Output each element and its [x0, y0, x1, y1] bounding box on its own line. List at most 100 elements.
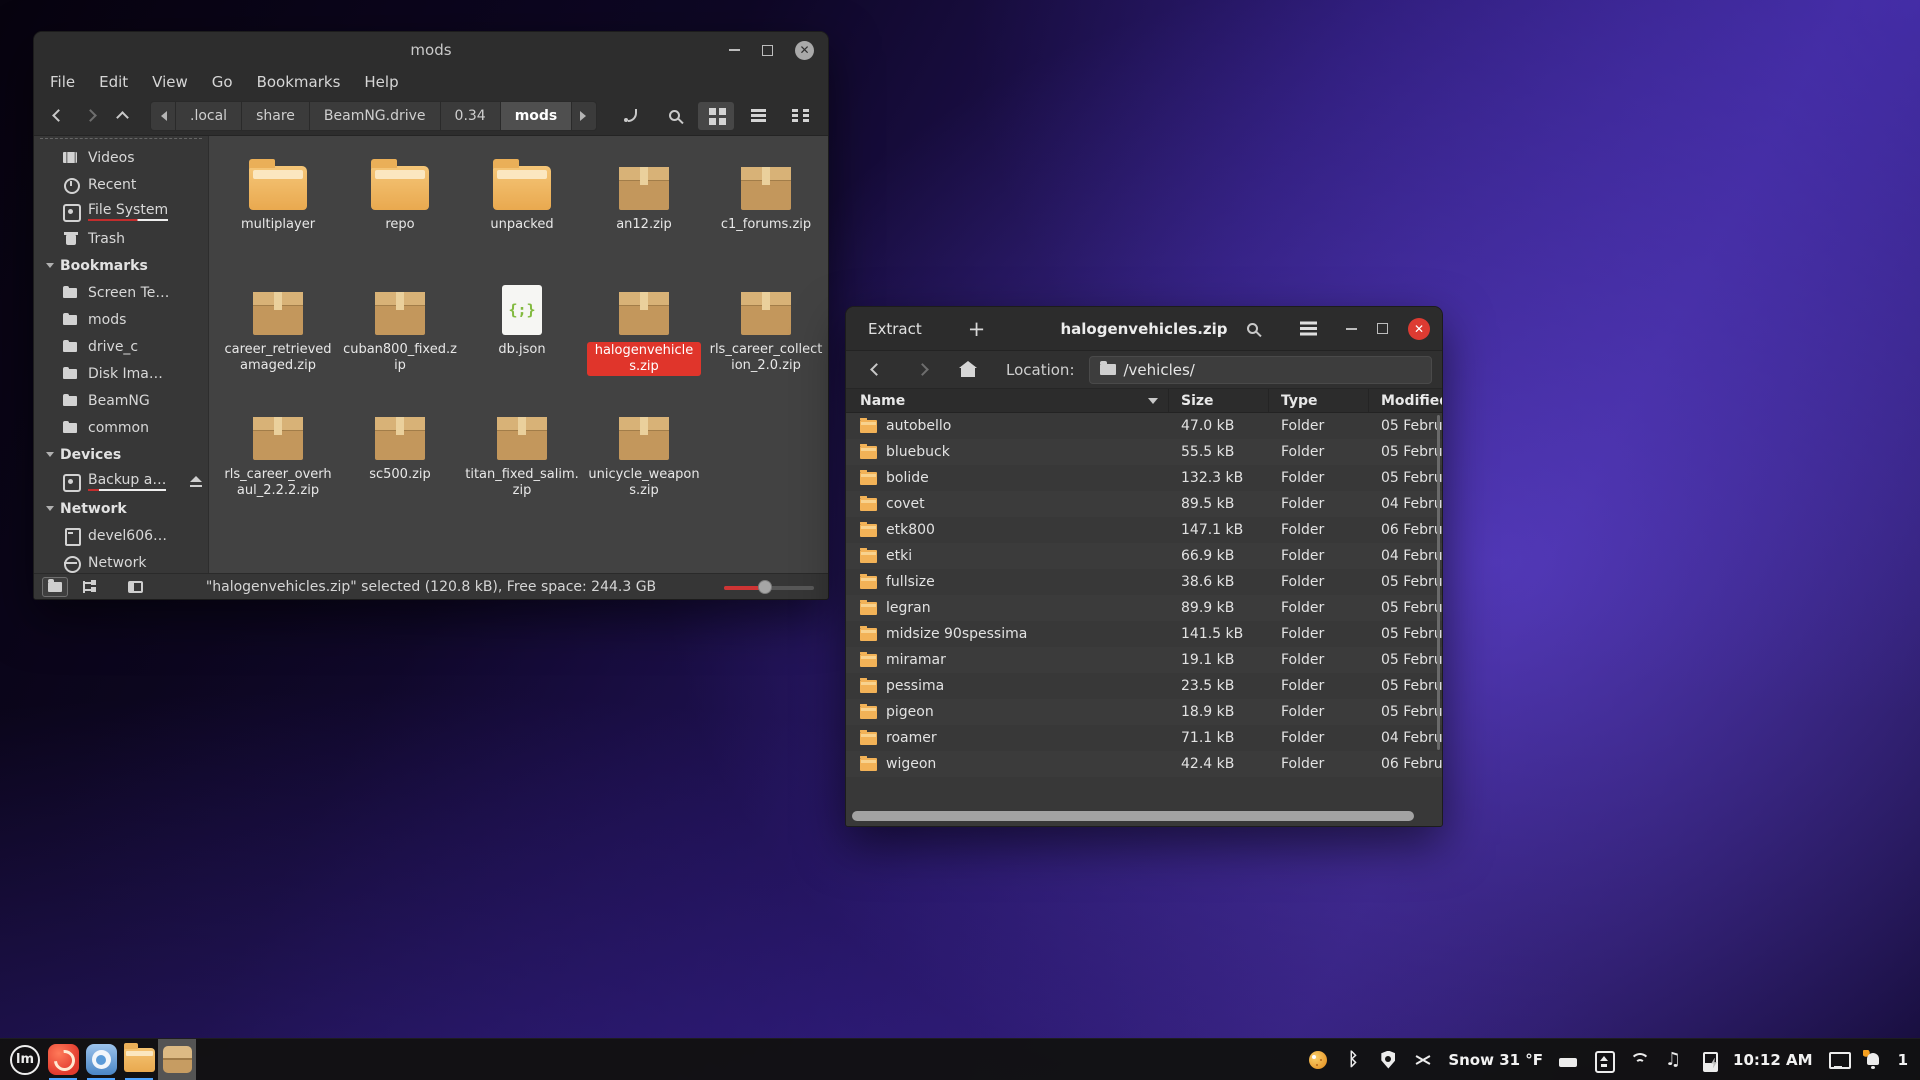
minimize-icon[interactable] — [729, 49, 740, 51]
sidebar-item[interactable]: Backup a… — [34, 468, 208, 495]
file-item[interactable]: titan_fixed_salim.zip — [461, 406, 583, 531]
file-item[interactable]: cuban800_fixed.zip — [339, 281, 461, 406]
menu-item[interactable]: Bookmarks — [257, 73, 341, 91]
sidebar-item[interactable]: Trash — [34, 225, 208, 252]
zoom-slider-knob[interactable] — [758, 580, 772, 594]
forward-button[interactable] — [74, 102, 106, 130]
breadcrumb-scroll-right[interactable] — [572, 102, 596, 130]
notifications-icon[interactable] — [1863, 1050, 1883, 1070]
search-button[interactable] — [1234, 315, 1270, 343]
horizontal-scrollbar[interactable] — [852, 811, 1414, 821]
file-item[interactable]: db.json — [461, 281, 583, 406]
table-row[interactable]: pessima 23.5 kB Folder 05 Februa — [846, 673, 1442, 699]
sidebar-item[interactable]: Devices — [34, 441, 208, 468]
menu-item[interactable]: View — [152, 73, 188, 91]
titlebar[interactable]: mods ✕ — [34, 32, 828, 68]
table-row[interactable]: bolide 132.3 kB Folder 05 Februa — [846, 465, 1442, 491]
close-icon[interactable]: ✕ — [1408, 318, 1430, 340]
bluetooth-icon[interactable] — [1343, 1050, 1363, 1070]
files-icon[interactable] — [120, 1039, 158, 1080]
weather-text[interactable]: Snow 31 °F — [1448, 1051, 1543, 1069]
sidebar-item[interactable]: BeamNG — [34, 387, 208, 414]
sidebar-item[interactable]: File System — [34, 198, 208, 225]
archive-manager-icon[interactable] — [158, 1039, 196, 1080]
table-row[interactable]: legran 89.9 kB Folder 05 Februa — [846, 595, 1442, 621]
table-row[interactable]: roamer 71.1 kB Folder 04 Februa — [846, 725, 1442, 751]
table-row[interactable]: midsize 90spessima 141.5 kB Folder 05 Fe… — [846, 621, 1442, 647]
firefox-icon[interactable] — [44, 1039, 82, 1080]
shield-icon[interactable] — [1378, 1050, 1398, 1070]
zoom-slider[interactable] — [724, 580, 814, 594]
sidebar-item[interactable]: Recent — [34, 171, 208, 198]
compact-view-button[interactable] — [782, 102, 818, 130]
table-row[interactable]: fullsize 38.6 kB Folder 05 Februa — [846, 569, 1442, 595]
sidebar-item[interactable]: Disk Ima… — [34, 360, 208, 387]
snowflake-icon[interactable] — [1413, 1050, 1433, 1070]
file-item[interactable]: multiplayer — [217, 156, 339, 281]
search-button[interactable] — [656, 102, 692, 130]
add-files-button[interactable]: + — [958, 316, 996, 342]
sidebar-item[interactable]: devel606… — [34, 522, 208, 549]
close-icon[interactable]: ✕ — [795, 41, 814, 60]
toggle-location-entry-button[interactable] — [614, 102, 650, 130]
list-view-button[interactable] — [740, 102, 776, 130]
removable-media-icon[interactable] — [1593, 1050, 1613, 1070]
table-row[interactable]: etk800 147.1 kB Folder 06 Februa — [846, 517, 1442, 543]
show-treeview-button[interactable] — [76, 577, 102, 597]
headerbar[interactable]: Extract + halogenvehicles.zip ✕ — [846, 307, 1442, 351]
sidebar-item[interactable]: Screen Te… — [34, 279, 208, 306]
breadcrumb-segment[interactable]: 0.34 — [441, 102, 501, 130]
table-row[interactable]: autobello 47.0 kB Folder 05 Februa — [846, 413, 1442, 439]
file-item[interactable]: sc500.zip — [339, 406, 461, 531]
mint-menu-icon[interactable]: lm — [6, 1039, 44, 1080]
sidebar-item[interactable]: common — [34, 414, 208, 441]
menu-button[interactable] — [1290, 315, 1326, 343]
pufferfish-tray-icon[interactable] — [1308, 1050, 1328, 1070]
breadcrumb-segment[interactable]: BeamNG.drive — [310, 102, 441, 130]
table-row[interactable]: etki 66.9 kB Folder 04 Februa — [846, 543, 1442, 569]
menu-item[interactable]: Edit — [99, 73, 128, 91]
file-item[interactable]: unpacked — [461, 156, 583, 281]
battery-icon[interactable] — [1698, 1050, 1718, 1070]
file-item[interactable]: rls_career_collection_2.0.zip — [705, 281, 827, 406]
menu-item[interactable]: File — [50, 73, 75, 91]
file-item[interactable]: career_retrievedamaged.zip — [217, 281, 339, 406]
breadcrumb-segment[interactable]: mods — [501, 102, 573, 130]
forward-button[interactable] — [906, 356, 938, 384]
chromium-icon[interactable] — [82, 1039, 120, 1080]
back-button[interactable] — [42, 102, 74, 130]
file-item[interactable]: c1_forums.zip — [705, 156, 827, 281]
sidebar-item[interactable]: mods — [34, 306, 208, 333]
column-header-modified[interactable]: Modified — [1369, 393, 1442, 409]
up-button[interactable] — [106, 102, 138, 130]
sidebar-item[interactable]: Network — [34, 495, 208, 522]
breadcrumb-scroll-left[interactable] — [151, 102, 176, 130]
sidebar-item[interactable]: Bookmarks — [34, 252, 208, 279]
file-item[interactable]: an12.zip — [583, 156, 705, 281]
table-row[interactable]: covet 89.5 kB Folder 04 Februa — [846, 491, 1442, 517]
location-input[interactable]: /vehicles/ — [1089, 356, 1433, 384]
sidebar-item[interactable]: Videos — [34, 144, 208, 171]
notification-count[interactable]: 1 — [1898, 1051, 1908, 1069]
column-header-size[interactable]: Size — [1169, 389, 1269, 412]
table-row[interactable]: pigeon 18.9 kB Folder 05 Februa — [846, 699, 1442, 725]
sidebar-item[interactable]: drive_c — [34, 333, 208, 360]
printer-icon[interactable] — [1558, 1050, 1578, 1070]
grid-view-button[interactable] — [698, 102, 734, 130]
file-item[interactable]: unicycle_weapons.zip — [583, 406, 705, 531]
table-row[interactable]: miramar 19.1 kB Folder 05 Februa — [846, 647, 1442, 673]
maximize-icon[interactable] — [1377, 323, 1388, 334]
extract-button[interactable]: Extract — [858, 314, 932, 344]
back-button[interactable] — [860, 356, 892, 384]
minimize-icon[interactable] — [1346, 328, 1357, 330]
sidebar-item[interactable]: Network — [34, 549, 208, 573]
file-item[interactable]: rls_career_overhaul_2.2.2.zip — [217, 406, 339, 531]
breadcrumb-segment[interactable]: share — [242, 102, 310, 130]
scrollbar-thumb[interactable] — [852, 811, 1414, 821]
music-icon[interactable] — [1663, 1050, 1683, 1070]
show-places-button[interactable] — [42, 577, 68, 597]
file-item[interactable]: halogenvehicles.zip — [583, 281, 705, 406]
display-icon[interactable] — [1828, 1050, 1848, 1070]
eject-icon[interactable] — [189, 476, 202, 487]
column-header-type[interactable]: Type — [1269, 389, 1369, 412]
